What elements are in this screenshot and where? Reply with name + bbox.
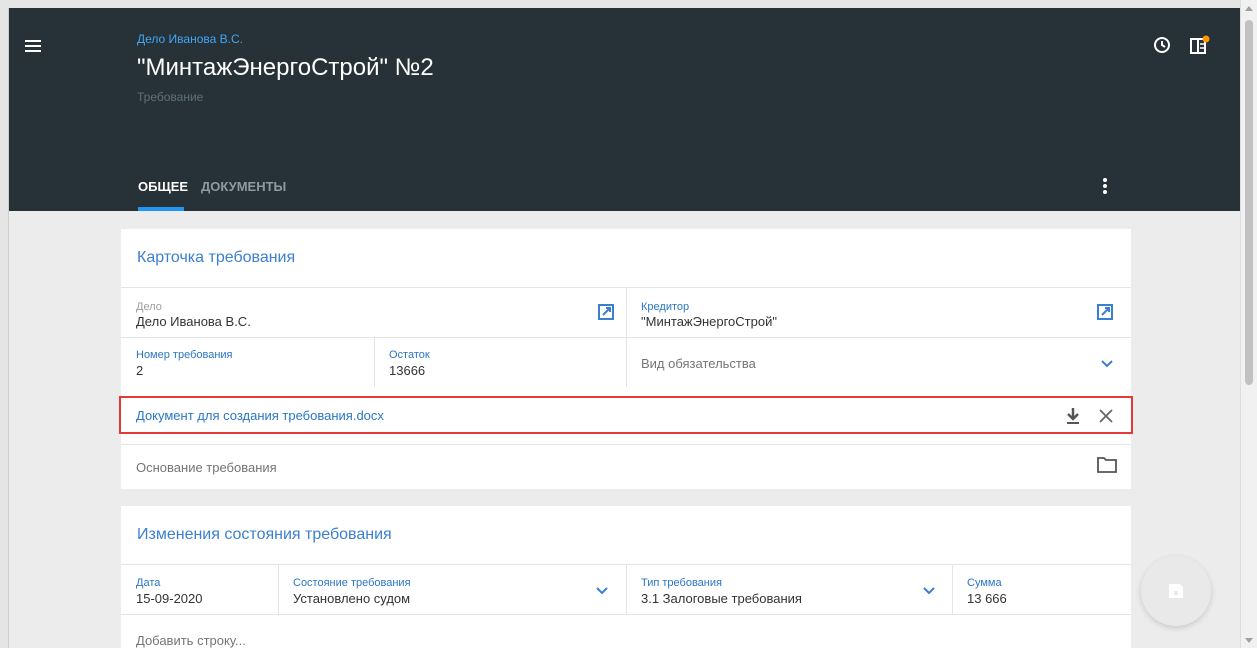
folder-icon[interactable]	[1096, 456, 1118, 474]
case-creditor-row: Дело Дело Иванова В.С. Кредитор "МинтажЭ…	[121, 287, 1131, 337]
app-header: Дело Иванова В.С. "МинтажЭнергоСтрой" №2…	[9, 8, 1240, 211]
date-label: Дата	[136, 577, 161, 589]
sum-value: 13 666	[967, 591, 1007, 606]
case-field[interactable]: Дело Дело Иванова В.С.	[121, 288, 626, 337]
obligation-placeholder: Вид обязательства	[641, 356, 756, 371]
page-title: "МинтажЭнергоСтрой" №2	[137, 54, 434, 81]
type-select[interactable]: Тип требования 3.1 Залоговые требования	[626, 565, 952, 614]
creditor-label: Кредитор	[641, 301, 690, 313]
open-external-icon[interactable]	[1096, 303, 1114, 321]
chevron-down-icon[interactable]	[1100, 359, 1114, 369]
page-subtitle: Требование	[137, 90, 204, 104]
number-label: Номер требования	[136, 349, 233, 361]
claim-card: Карточка требования Дело Дело Иванова В.…	[119, 229, 1133, 489]
scroll-up-arrow-icon[interactable]	[1245, 6, 1253, 11]
active-tab-indicator	[138, 207, 184, 211]
date-value: 15-09-2020	[136, 591, 203, 606]
save-button[interactable]	[1141, 556, 1211, 626]
tab-documents[interactable]: Документы	[201, 179, 286, 194]
case-label: Дело	[136, 301, 162, 313]
status-card-title: Изменения состояния требования	[137, 526, 392, 543]
menu-icon[interactable]	[23, 34, 47, 58]
number-value: 2	[136, 363, 144, 378]
state-select[interactable]: Состояние требования Установлено судом	[278, 565, 626, 614]
balance-label: Остаток	[389, 349, 430, 361]
tab-general[interactable]: Общее	[138, 179, 188, 194]
number-field[interactable]: Номер требования 2	[121, 338, 374, 387]
save-icon	[1169, 584, 1183, 598]
sum-label: Сумма	[967, 577, 1002, 589]
document-attachment-row: Документ для создания требования.docx	[119, 396, 1133, 434]
chevron-down-icon[interactable]	[922, 586, 936, 596]
basis-field[interactable]: Основание требования	[121, 444, 1131, 489]
clock-icon[interactable]	[1153, 36, 1171, 54]
add-row-label: Добавить строку...	[136, 633, 246, 648]
status-row: Дата 15-09-2020 Состояние требования Уст…	[121, 564, 1131, 614]
state-label: Состояние требования	[293, 577, 411, 589]
case-value: Дело Иванова В.С.	[136, 314, 251, 329]
chevron-down-icon[interactable]	[595, 586, 609, 596]
creditor-field[interactable]: Кредитор "МинтажЭнергоСтрой"	[626, 288, 1131, 337]
breadcrumb[interactable]: Дело Иванова В.С.	[137, 32, 243, 46]
scroll-thumb[interactable]	[1245, 20, 1253, 385]
date-field[interactable]: Дата 15-09-2020	[121, 565, 278, 614]
creditor-value: "МинтажЭнергоСтрой"	[641, 314, 777, 329]
basis-placeholder: Основание требования	[136, 460, 277, 475]
side-panel-icon[interactable]	[1189, 34, 1211, 56]
close-icon[interactable]	[1097, 407, 1115, 425]
scroll-down-arrow-icon[interactable]	[1245, 638, 1253, 643]
sum-field[interactable]: Сумма 13 666	[952, 565, 1131, 614]
status-changes-card: Изменения состояния требования Дата 15-0…	[121, 506, 1131, 648]
obligation-select[interactable]: Вид обязательства	[626, 338, 1131, 387]
app-window: Дело Иванова В.С. "МинтажЭнергоСтрой" №2…	[8, 8, 1240, 648]
open-external-icon[interactable]	[597, 303, 615, 321]
type-value: 3.1 Залоговые требования	[641, 591, 802, 606]
add-row[interactable]: Добавить строку...	[121, 614, 1131, 648]
download-icon[interactable]	[1065, 407, 1081, 425]
more-vert-icon[interactable]	[1101, 176, 1109, 198]
claim-card-title: Карточка требования	[137, 249, 296, 266]
number-balance-row: Номер требования 2 Остаток 13666 Вид обя…	[121, 337, 1131, 387]
vertical-scrollbar[interactable]	[1240, 0, 1257, 648]
document-link[interactable]: Документ для создания требования.docx	[136, 408, 384, 423]
balance-field: Остаток 13666	[374, 338, 626, 387]
type-label: Тип требования	[641, 577, 722, 589]
state-value: Установлено судом	[293, 591, 411, 606]
balance-value: 13666	[389, 363, 426, 378]
